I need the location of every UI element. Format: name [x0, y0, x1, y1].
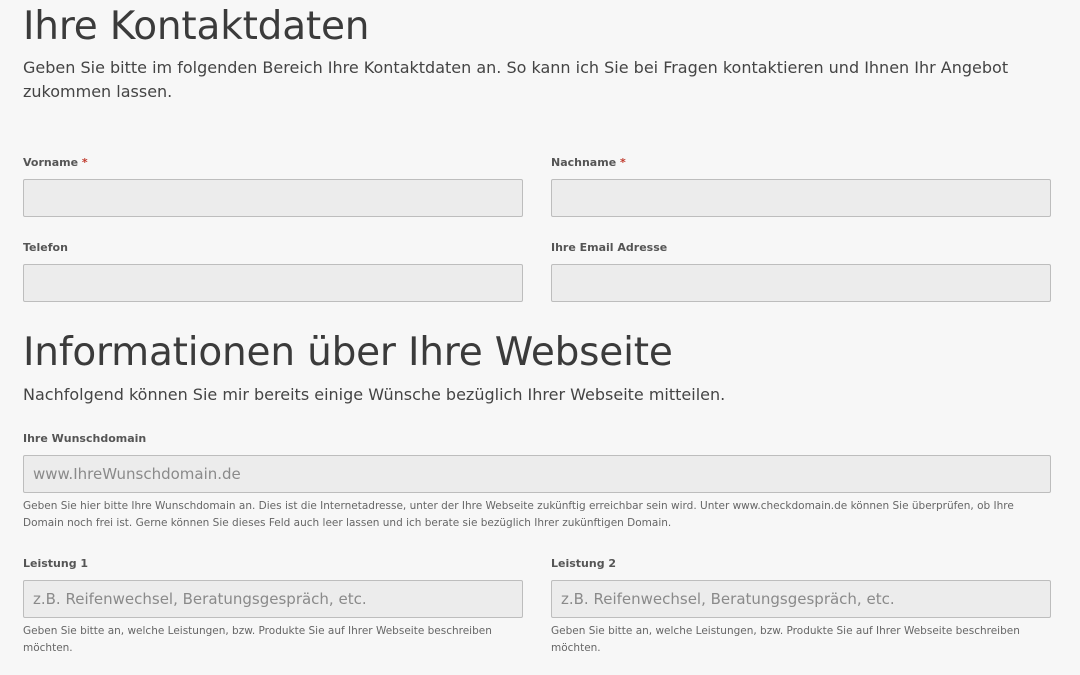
- nachname-field: Nachname *: [551, 156, 1051, 217]
- website-section-intro: Nachfolgend können Sie mir bereits einig…: [23, 385, 726, 404]
- email-input[interactable]: [551, 264, 1051, 302]
- leistung2-label: Leistung 2: [551, 557, 617, 570]
- email-label: Ihre Email Adresse: [551, 241, 668, 254]
- website-section-title: Informationen über Ihre Webseite: [23, 330, 673, 375]
- wunschdomain-input[interactable]: [23, 455, 1051, 493]
- telefon-input[interactable]: [23, 264, 523, 302]
- telefon-label: Telefon: [23, 241, 68, 254]
- telefon-field: Telefon: [23, 241, 523, 302]
- wunschdomain-label: Ihre Wunschdomain: [23, 432, 147, 445]
- wunschdomain-help: Geben Sie hier bitte Ihre Wunschdomain a…: [23, 500, 1014, 529]
- email-field: Ihre Email Adresse: [551, 241, 1051, 302]
- nachname-label: Nachname *: [551, 156, 626, 169]
- vorname-field: Vorname *: [23, 156, 523, 217]
- form-page: Ihre Kontaktdaten Geben Sie bitte im fol…: [0, 0, 1080, 675]
- contact-section-title: Ihre Kontaktdaten: [23, 4, 370, 49]
- leistung2-field: Leistung 2 Geben Sie bitte an, welche Le…: [551, 557, 1051, 657]
- leistung1-label: Leistung 1: [23, 557, 89, 570]
- wunschdomain-field: Ihre Wunschdomain Geben Sie hier bitte I…: [23, 432, 1051, 532]
- leistung2-input[interactable]: [551, 580, 1051, 618]
- leistung1-field: Leistung 1 Geben Sie bitte an, welche Le…: [23, 557, 523, 657]
- leistung2-help: Geben Sie bitte an, welche Leistungen, b…: [551, 625, 1020, 654]
- vorname-label: Vorname *: [23, 156, 88, 169]
- required-marker: *: [620, 156, 626, 169]
- leistung1-input[interactable]: [23, 580, 523, 618]
- contact-section-intro: Geben Sie bitte im folgenden Bereich Ihr…: [23, 58, 1009, 101]
- leistung1-help: Geben Sie bitte an, welche Leistungen, b…: [23, 625, 492, 654]
- nachname-input[interactable]: [551, 179, 1051, 217]
- required-marker: *: [81, 156, 88, 169]
- vorname-input[interactable]: [23, 179, 523, 217]
